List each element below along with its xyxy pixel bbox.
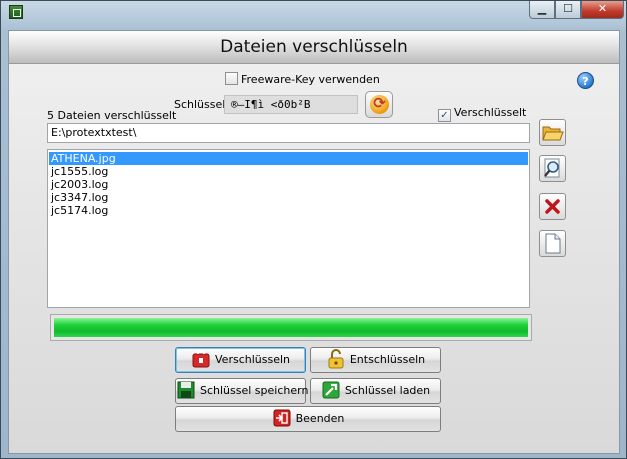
exit-button[interactable]: Beenden: [175, 406, 441, 432]
red-x-icon: [545, 199, 560, 214]
app-window: ▁ ☐ ✕ Dateien verschlüsseln Freeware-Key…: [0, 0, 627, 459]
decrypt-button[interactable]: Entschlüsseln: [310, 347, 441, 373]
file-list[interactable]: ATHENA.jpg jc1555.log jc2003.log jc3347.…: [47, 149, 530, 308]
load-key-icon: [321, 380, 341, 400]
key-field[interactable]: ®–I¶ì <ð0b²B: [224, 95, 358, 114]
help-icon[interactable]: ?: [577, 72, 594, 89]
encrypted-checkbox-box[interactable]: ✓: [438, 109, 451, 122]
main-panel: Dateien verschlüsseln Freeware-Key verwe…: [8, 30, 620, 454]
folder-open-icon: [542, 126, 564, 141]
key-label: Schlüssel:: [174, 98, 230, 111]
progress-fill: [54, 318, 528, 337]
exit-door-icon: [272, 408, 292, 428]
list-item[interactable]: jc1555.log: [49, 165, 528, 178]
close-icon: ✕: [597, 2, 608, 15]
generate-key-button[interactable]: [365, 91, 393, 118]
magnifier-icon: [544, 158, 560, 178]
blank-document-icon: [545, 233, 561, 254]
open-folder-button[interactable]: [539, 119, 566, 146]
encrypt-button[interactable]: Verschlüsseln: [175, 347, 306, 373]
list-item[interactable]: ATHENA.jpg: [49, 152, 528, 165]
list-item[interactable]: jc5174.log: [49, 204, 528, 217]
load-key-label: Schlüssel laden: [344, 384, 431, 397]
path-input[interactable]: E:\protextxtest\: [47, 123, 530, 143]
new-list-button[interactable]: [539, 230, 566, 257]
encrypt-label: Verschlüsseln: [215, 353, 290, 366]
title-bar: ▁ ☐ ✕: [1, 1, 626, 23]
maximize-button[interactable]: ☐: [555, 1, 581, 19]
progress-bar: [50, 314, 532, 341]
refresh-icon: [370, 94, 389, 114]
minimize-icon: ▁: [537, 2, 547, 15]
app-icon: [9, 5, 23, 19]
save-key-label: Schlüssel speichern: [200, 384, 309, 397]
freeware-checkbox-box[interactable]: [225, 72, 238, 85]
encrypted-checkbox[interactable]: ✓ Verschlüsselt: [438, 106, 527, 122]
maximize-icon: ☐: [563, 2, 573, 15]
encrypted-checkbox-label: Verschlüsselt: [454, 106, 527, 119]
floppy-disk-icon: [176, 380, 196, 400]
close-window-button[interactable]: ✕: [581, 1, 624, 19]
search-button[interactable]: [539, 155, 566, 182]
decrypt-label: Entschlüsseln: [349, 353, 426, 366]
exit-label: Beenden: [295, 412, 345, 425]
status-text: 5 Dateien verschlüsselt: [47, 109, 177, 122]
page-title: Dateien verschlüsseln: [9, 31, 619, 64]
load-key-button[interactable]: Schlüssel laden: [310, 378, 441, 404]
lock-closed-icon: [191, 349, 211, 369]
save-key-button[interactable]: Schlüssel speichern: [175, 378, 309, 404]
freeware-checkbox-label: Freeware-Key verwenden: [241, 73, 380, 86]
list-item[interactable]: jc2003.log: [49, 178, 528, 191]
padlock-open-icon: [326, 349, 346, 369]
remove-file-button[interactable]: [539, 193, 566, 220]
list-item[interactable]: jc3347.log: [49, 191, 528, 204]
freeware-key-checkbox[interactable]: Freeware-Key verwenden: [225, 72, 380, 86]
minimize-button[interactable]: ▁: [529, 1, 555, 19]
